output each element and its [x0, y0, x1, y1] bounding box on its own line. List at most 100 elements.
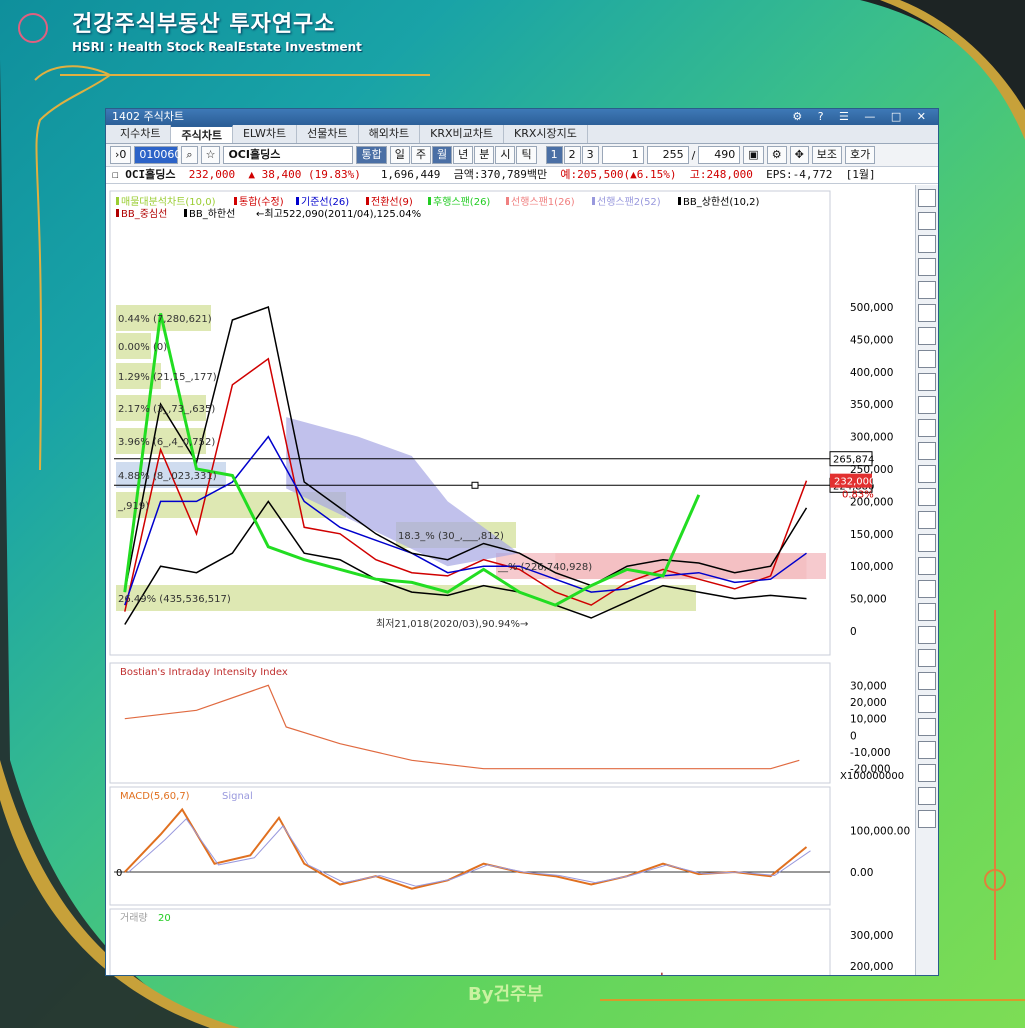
rotate-tool-icon[interactable] [918, 764, 936, 782]
quote-eps: EPS:-4,772 [766, 168, 833, 181]
count-input[interactable]: 255 [646, 146, 689, 164]
price-ytick-3: 350,000 [850, 399, 893, 411]
circle-tool-icon[interactable] [918, 235, 936, 253]
price-tag: 232,000 [834, 477, 875, 488]
grid-tool-icon[interactable] [918, 396, 936, 414]
tab-3[interactable]: 선물차트 [297, 125, 359, 143]
line-tool-icon[interactable] [918, 258, 936, 276]
gear-icon[interactable]: ⚙ [766, 146, 787, 164]
volume-legend-0: 거래량 [120, 912, 148, 924]
quote-button[interactable]: 호가 [845, 146, 876, 164]
multiple-buttons: 123 [545, 146, 599, 164]
hand-tool-icon[interactable] [918, 580, 936, 598]
hline-handle [471, 481, 479, 489]
multiple-button-1[interactable]: 2 [563, 146, 581, 164]
quote-checkbox[interactable]: ☐ [112, 168, 119, 181]
pen-tool-icon[interactable] [918, 649, 936, 667]
chart-window: 1402 주식차트 ⚙ ? ☰ — □ ✕ 지수차트 주식차트 ELW차트 선물차트 해… [105, 108, 939, 976]
chart-tabs: 지수차트 주식차트 ELW차트 선물차트 해외차트 KRX비교차트 KRX시장지도 [106, 125, 938, 144]
price-ytick-0: 500,000 [850, 302, 893, 314]
aux-button[interactable]: 보조 [811, 146, 843, 164]
unit-input[interactable]: 1 [601, 146, 644, 164]
quote-period: [1월] [845, 168, 876, 181]
legend1-swatch-6 [592, 197, 595, 205]
period-button-2[interactable]: 월 [431, 146, 453, 164]
multiple-button-0[interactable]: 1 [545, 146, 563, 164]
period-button-0[interactable]: 일 [389, 146, 410, 164]
legend1-label-0: 매물대분석차트(10,0) [121, 196, 216, 208]
quote-price: 232,000 [188, 168, 236, 181]
tab-5[interactable]: KRX비교차트 [420, 125, 504, 143]
volume-ytick-0: 300,000 [850, 930, 893, 942]
legend1-label-6: 선행스팬2(52) [597, 196, 661, 208]
pointer-tool-icon[interactable] [918, 189, 936, 207]
tab-6[interactable]: KRX시장지도 [504, 125, 588, 143]
save-icon[interactable]: ▣ [743, 146, 764, 164]
period-button-4[interactable]: 분 [474, 146, 495, 164]
window-title: 1402 주식차트 [112, 110, 184, 123]
trend-tool-icon[interactable] [918, 304, 936, 322]
period-button-6[interactable]: 틱 [516, 146, 537, 164]
ellipse-tool-icon[interactable] [918, 442, 936, 460]
volume-profile-label-4: 3.96% (6_,4_0,752) [118, 437, 215, 448]
legend1-swatch-0 [116, 197, 119, 205]
curve-tool-icon[interactable] [918, 488, 936, 506]
signal-line [128, 818, 811, 887]
legend1-swatch-5 [506, 197, 509, 205]
fib-tool-icon[interactable] [918, 327, 936, 345]
window-controls[interactable]: ⚙ ? ☰ — □ ✕ [792, 109, 932, 125]
tab-1[interactable]: 주식차트 [171, 125, 233, 143]
bostian-ytick-3: 0 [850, 730, 857, 742]
quote-high: 고:248,000 [689, 168, 753, 181]
macd-zero-label: 0 [116, 868, 122, 879]
price-ytick-8: 100,000 [850, 561, 893, 573]
bostian-legend: Bostian's Intraday Intensity Index [120, 667, 288, 678]
plus-tool-icon[interactable] [918, 534, 936, 552]
volume-legend-1: 20 [158, 913, 171, 924]
tab-2[interactable]: ELW차트 [233, 125, 298, 143]
fill-tool-icon[interactable] [918, 787, 936, 805]
text-tool-icon[interactable] [918, 281, 936, 299]
multiple-button-2[interactable]: 3 [581, 146, 599, 164]
period-button-3[interactable]: 년 [453, 146, 474, 164]
volume-profile-label-0: 0.44% (7,280,621) [118, 314, 212, 325]
macd-legend-0: MACD(5,60,7) [120, 791, 190, 802]
legend2-label-0: BB_중심선 [121, 208, 167, 220]
legend1-label-1: 통합(수정) [239, 196, 284, 208]
angle-tool-icon[interactable] [918, 350, 936, 368]
byline: By건주부 [468, 984, 544, 1005]
macd-ytick-0: 100,000.00 [850, 825, 910, 837]
legend1-swatch-4 [428, 197, 431, 205]
search-icon[interactable]: ⌕ [181, 146, 198, 164]
period-button-5[interactable]: 시 [495, 146, 516, 164]
window-titlebar: 1402 주식차트 ⚙ ? ☰ — □ ✕ [106, 109, 938, 125]
search-tool-icon[interactable] [918, 511, 936, 529]
fan-tool-icon[interactable] [918, 718, 936, 736]
stock-name-field[interactable]: OCI홀딩스 [223, 146, 354, 164]
pm-tool-icon[interactable] [918, 603, 936, 621]
move-icon[interactable]: ✥ [789, 146, 809, 164]
cross-tool-icon[interactable] [918, 212, 936, 230]
star-icon[interactable]: ☆ [200, 146, 221, 164]
bostian-ytick-0: 30,000 [850, 680, 887, 692]
arc-tool-icon[interactable] [918, 672, 936, 690]
panel-frame-2 [109, 786, 831, 906]
period-button-1[interactable]: 주 [410, 146, 431, 164]
magnify-tool-icon[interactable] [918, 741, 936, 759]
wave-tool-icon[interactable] [918, 373, 936, 391]
bars-tool-icon[interactable] [918, 557, 936, 575]
z-tool-icon[interactable] [918, 626, 936, 644]
slash-tool-icon[interactable] [918, 810, 936, 828]
rect-tool-icon[interactable] [918, 465, 936, 483]
quote-prev: 예:205,500(▲6.15%) [560, 168, 677, 181]
bostian-ytick-1: 20,000 [850, 697, 887, 709]
price-ytick-4: 300,000 [850, 432, 893, 444]
zoom-tool-icon[interactable] [918, 419, 936, 437]
brand-header: 건강주식부동산 투자연구소 HSRI : Health Stock RealEs… [20, 6, 362, 54]
code-prefix[interactable]: ›0 [110, 146, 132, 164]
stock-code-input[interactable]: 010060 [134, 146, 181, 164]
list-tool-icon[interactable] [918, 695, 936, 713]
tab-0[interactable]: 지수차트 [110, 125, 172, 143]
tab-4[interactable]: 해외차트 [359, 125, 421, 143]
mode-button[interactable]: 통합 [356, 146, 387, 164]
